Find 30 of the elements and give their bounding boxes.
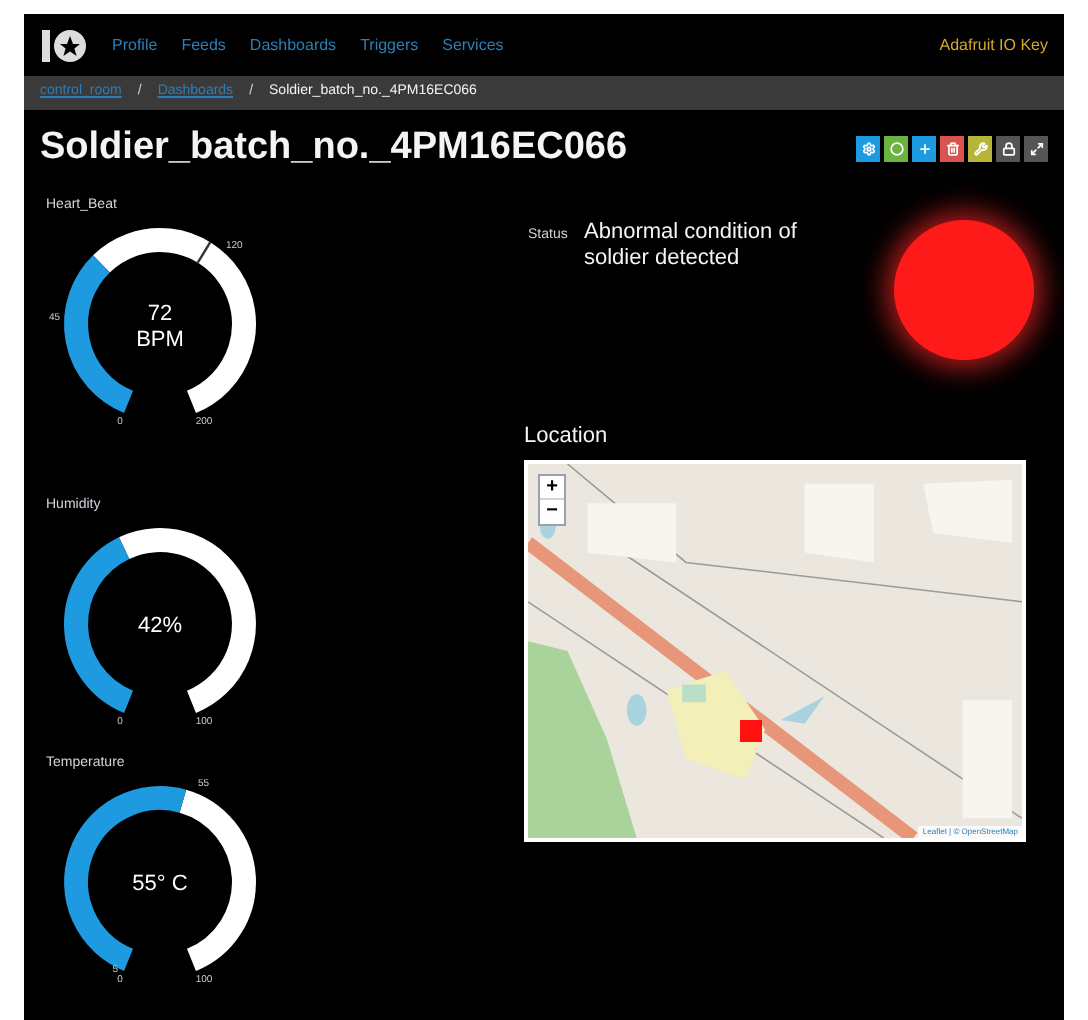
circle-icon — [889, 141, 903, 156]
status-text: Abnormal condition of soldier detected — [584, 219, 799, 271]
nav-link[interactable]: Profile — [112, 33, 158, 57]
expand-button[interactable] — [1024, 135, 1048, 162]
lock-button[interactable] — [996, 135, 1020, 162]
nav-link[interactable]: Dashboards — [249, 33, 337, 57]
wrench-icon — [973, 141, 987, 156]
zoom-in-button[interactable]: + — [540, 476, 564, 500]
gauge-reading: 42% — [137, 613, 183, 637]
nav-link[interactable]: Services — [442, 33, 504, 57]
dashboard-title: Soldier_batch_no._4PM16EC066 — [40, 124, 628, 172]
logo-icon — [40, 27, 88, 63]
circle-button[interactable] — [884, 135, 908, 162]
expand-icon — [1029, 141, 1043, 156]
plus-button[interactable] — [912, 135, 936, 162]
gear-icon — [861, 141, 875, 156]
trash-button[interactable] — [940, 135, 964, 162]
nav-link[interactable]: Feeds — [181, 33, 226, 57]
map-marker — [740, 720, 762, 742]
trash-icon — [945, 141, 959, 156]
nav-link[interactable]: Triggers — [360, 33, 419, 57]
lock-icon — [1001, 141, 1015, 156]
gauge-reading: 55° C — [132, 871, 188, 895]
wrench-button[interactable] — [968, 135, 992, 162]
gauge-reading: 72 BPM — [136, 301, 184, 351]
key-link[interactable]: Adafruit IO Key — [939, 33, 1048, 57]
plus-icon — [917, 141, 931, 156]
zoom-out-button[interactable]: − — [540, 500, 564, 524]
location-title: Location — [524, 421, 610, 451]
gear-button[interactable] — [856, 135, 880, 162]
